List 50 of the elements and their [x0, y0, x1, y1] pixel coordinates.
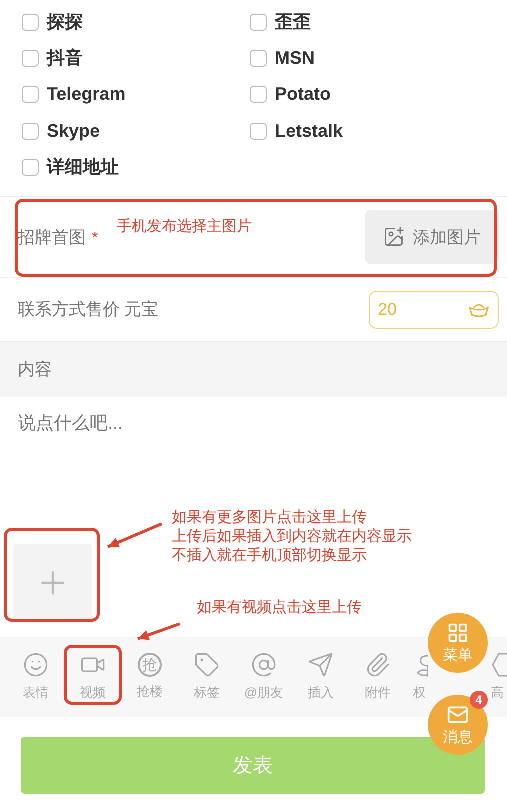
toolbar-item[interactable]: 权 [413, 652, 428, 702]
checkbox[interactable] [250, 14, 267, 31]
option-label: 抖音 [47, 47, 83, 70]
tag-icon [194, 652, 220, 678]
annotation-text: 手机发布选择主图片 [117, 217, 252, 236]
arrow [107, 522, 163, 548]
checkbox[interactable] [22, 86, 39, 104]
option-label: 详细地址 [47, 156, 119, 180]
toolbar-item[interactable]: @朋友 [242, 652, 286, 702]
annotation-frame [64, 645, 122, 705]
paperclip-icon [365, 652, 391, 678]
smile-icon [23, 652, 49, 678]
field-label: 招牌首图 [18, 228, 86, 247]
menu-button[interactable]: 菜单 [428, 613, 488, 673]
toolbar-item[interactable]: 视频 [71, 652, 115, 702]
option-label: Skype [47, 120, 100, 142]
grid-icon [447, 622, 469, 644]
toolbar-item[interactable]: 附件 [356, 652, 400, 702]
ingot-icon [468, 302, 490, 318]
circled-character-icon: 抢 [138, 653, 162, 678]
option-label: Letstalk [275, 120, 344, 142]
section-header: 内容 [18, 359, 52, 382]
toolbar-item[interactable]: 标签 [185, 652, 229, 702]
toolbar-item[interactable]: 插入 [299, 652, 343, 702]
content-field[interactable]: 说点什么吧... [14, 411, 493, 436]
option-label: Potato [275, 84, 331, 106]
at-sign-icon [251, 652, 277, 678]
image-plus-icon [383, 226, 405, 248]
price-field[interactable]: 20 [369, 290, 499, 329]
option-label: MSN [275, 48, 315, 69]
checkbox[interactable] [22, 50, 39, 67]
checkbox[interactable] [250, 86, 267, 104]
option-label: Telegram [47, 84, 126, 106]
annotation-text: 如果有视频点击这里上传 [197, 598, 362, 617]
option-label: 歪歪 [275, 11, 311, 34]
toolbar-item[interactable]: 抢 抢楼 [128, 653, 172, 702]
toolbar-item[interactable]: 表情 [14, 652, 58, 702]
paper-plane-icon [308, 652, 334, 678]
checkbox[interactable] [250, 50, 267, 67]
checkbox[interactable] [22, 158, 39, 176]
arrow [138, 622, 180, 640]
checkbox[interactable] [22, 14, 39, 31]
add-image-button[interactable]: 添加图片 [365, 210, 499, 264]
required-mark: * [92, 230, 98, 247]
annotation-text: 如果有更多图片点击这里上传 上传后如果插入到内容就在内容显示 不插入就在手机顶部切换显示 [172, 508, 412, 565]
field-label: 联系方式售价 元宝 [18, 299, 159, 322]
checkbox[interactable] [250, 122, 267, 140]
option-label: 探探 [47, 11, 83, 34]
checkbox[interactable] [22, 122, 39, 140]
toolbar-item[interactable]: 高 [491, 652, 507, 702]
